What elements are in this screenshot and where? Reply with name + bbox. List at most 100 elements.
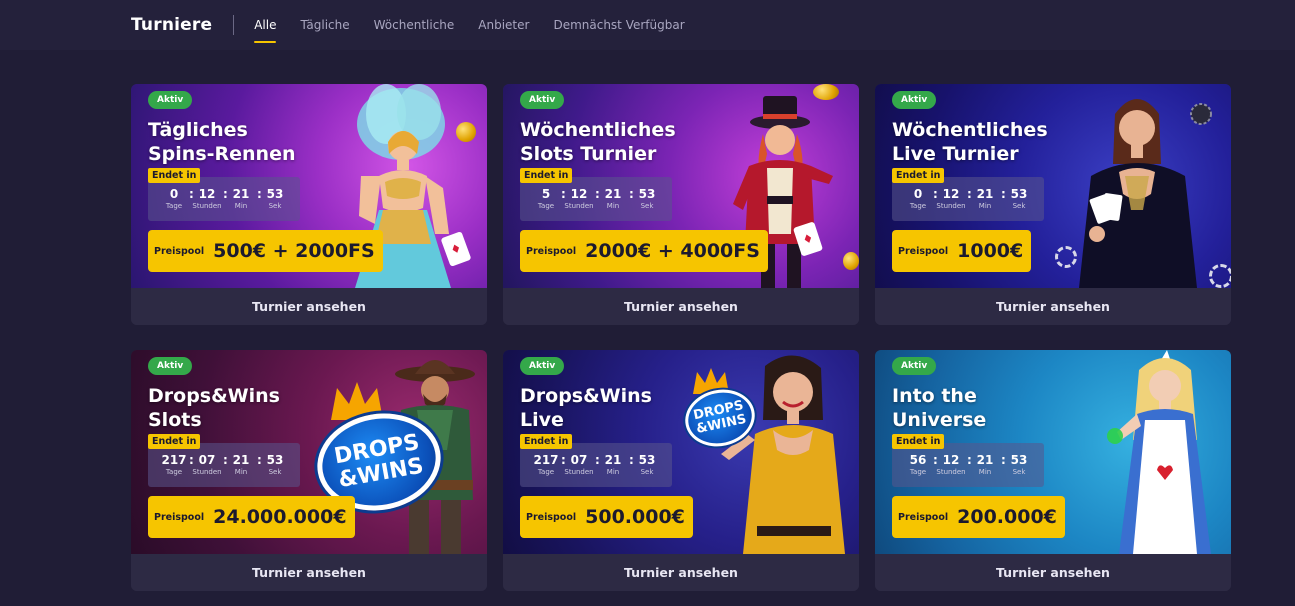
ends-in-label: Endet in	[892, 168, 945, 183]
timer-minutes: 21	[976, 187, 994, 201]
card-title: Wöchentliches Slots Turnier	[520, 118, 730, 166]
tab-providers[interactable]: Anbieter	[478, 0, 529, 50]
prize-pool-label: Preispool	[154, 245, 205, 257]
view-tournament-button[interactable]: Turnier ansehen	[131, 554, 487, 591]
timer-minutes-label: Min	[978, 202, 992, 210]
prize-pool: Preispool 500€ + 2000FS	[148, 230, 383, 272]
tab-weekly[interactable]: Wöchentliche	[374, 0, 455, 50]
ends-in-label: Endet in	[148, 168, 201, 183]
countdown-timer: 5 Tage : 12 Stunden : 21 Min : 53 Sek	[520, 177, 672, 221]
timer-hours-label: Stunden	[192, 468, 222, 476]
coin-icon	[843, 252, 859, 270]
tournament-nav: Turniere Alle Tägliche Wöchentliche Anbi…	[131, 0, 709, 50]
card-banner[interactable]: DROPS &WINS Aktiv Drops&Wins Live 217 Tag…	[503, 350, 859, 554]
timer-hours: 12	[942, 453, 960, 467]
card-title: Drops&Wins Live	[520, 384, 730, 432]
nav-divider	[233, 15, 235, 35]
tournament-card: ♦ Aktiv Wöchentliches Slots Turnier 5 Tag…	[503, 84, 859, 325]
timer-seconds-label: Sek	[1012, 202, 1026, 210]
timer-minutes: 21	[232, 453, 250, 467]
timer-seconds-label: Sek	[1012, 468, 1026, 476]
view-tournament-button[interactable]: Turnier ansehen	[875, 554, 1231, 591]
card-title: Wöchentliches Live Turnier	[892, 118, 1102, 166]
timer-minutes-label: Min	[606, 202, 620, 210]
timer-days-label: Tage	[165, 202, 183, 210]
status-badge: Aktiv	[520, 357, 565, 375]
prize-pool-amount: 500.000€	[585, 506, 685, 528]
poker-chip-icon	[1055, 246, 1077, 268]
prize-pool-amount: 200.000€	[957, 506, 1057, 528]
view-tournament-button[interactable]: Turnier ansehen	[503, 288, 859, 325]
card-title-line: Spins-Rennen	[148, 143, 296, 165]
card-title-line: Slots	[148, 409, 202, 431]
live-dealer-photo	[1079, 99, 1212, 288]
card-title-line: Into the	[892, 385, 977, 407]
ends-in-label: Endet in	[520, 168, 573, 183]
timer-hours-label: Stunden	[564, 468, 594, 476]
tab-coming-soon[interactable]: Demnächst Verfügbar	[553, 0, 684, 50]
tournament-card: Aktiv Wöchentliches Live Turnier 0 Tage :…	[875, 84, 1231, 325]
view-tournament-button[interactable]: Turnier ansehen	[875, 288, 1231, 325]
prize-pool-label: Preispool	[154, 511, 205, 523]
top-bar: Turniere Alle Tägliche Wöchentliche Anbi…	[0, 0, 1295, 50]
prize-pool-label: Preispool	[526, 245, 577, 257]
timer-days: 217	[161, 453, 187, 467]
view-tournament-button[interactable]: Turnier ansehen	[503, 554, 859, 591]
timer-hours-label: Stunden	[936, 468, 966, 476]
prize-pool-label: Preispool	[526, 511, 577, 523]
timer-minutes: 21	[604, 187, 622, 201]
status-badge: Aktiv	[148, 91, 193, 109]
countdown-timer: 217 Tage : 07 Stunden : 21 Min : 53 Sek	[148, 443, 300, 487]
timer-days: 0	[169, 187, 179, 201]
tab-daily[interactable]: Tägliche	[300, 0, 349, 50]
timer-hours-label: Stunden	[192, 202, 222, 210]
page-title: Turniere	[131, 15, 213, 35]
card-title-line: Tägliches	[148, 119, 248, 141]
timer-seconds-label: Sek	[268, 468, 282, 476]
card-banner[interactable]: ♦ Aktiv Wöchentliches Slots Turnier 5 Tag…	[503, 84, 859, 288]
card-banner[interactable]: Aktiv Into the Universe 56 Tage : 12 Stund…	[875, 350, 1231, 554]
timer-seconds: 53	[266, 187, 284, 201]
status-badge: Aktiv	[892, 357, 937, 375]
card-title: Into the Universe	[892, 384, 1102, 432]
prize-pool-amount: 500€ + 2000FS	[213, 240, 375, 262]
status-badge: Aktiv	[520, 91, 565, 109]
alice-illustration	[1107, 350, 1211, 554]
card-title-line: Live Turnier	[892, 143, 1019, 165]
timer-minutes-label: Min	[234, 468, 248, 476]
timer-minutes-label: Min	[234, 202, 248, 210]
ends-in-label: Endet in	[520, 434, 573, 449]
countdown-timer: 217 Tage : 07 Stunden : 21 Min : 53 Sek	[520, 443, 672, 487]
prize-pool: Preispool 1000€	[892, 230, 1032, 272]
card-banner[interactable]: Aktiv Wöchentliches Live Turnier 0 Tage :…	[875, 84, 1231, 288]
timer-days: 217	[533, 453, 559, 467]
ends-in-label: Endet in	[892, 434, 945, 449]
timer-seconds: 53	[1010, 187, 1028, 201]
timer-seconds: 53	[266, 453, 284, 467]
timer-seconds-label: Sek	[640, 468, 654, 476]
tab-all[interactable]: Alle	[254, 0, 277, 50]
timer-days-label: Tage	[537, 202, 555, 210]
card-title: Tägliches Spins-Rennen	[148, 118, 358, 166]
card-title-line: Drops&Wins	[520, 385, 652, 407]
timer-seconds-label: Sek	[268, 202, 282, 210]
card-title-line: Wöchentliches	[520, 119, 676, 141]
prize-pool-label: Preispool	[898, 245, 949, 257]
timer-seconds: 53	[1010, 453, 1028, 467]
countdown-timer: 0 Tage : 12 Stunden : 21 Min : 53 Sek	[892, 177, 1044, 221]
prize-pool: Preispool 200.000€	[892, 496, 1065, 538]
tournament-card: DROPS &WINS Aktiv Drops&Wins Slots 217 Ta…	[131, 350, 487, 591]
timer-minutes: 21	[604, 453, 622, 467]
timer-minutes-label: Min	[978, 468, 992, 476]
view-tournament-button[interactable]: Turnier ansehen	[131, 288, 487, 325]
prize-pool-label: Preispool	[898, 511, 949, 523]
timer-days: 56	[909, 453, 927, 467]
prize-pool-amount: 1000€	[957, 240, 1024, 262]
timer-seconds: 53	[638, 187, 656, 201]
timer-hours: 12	[942, 187, 960, 201]
timer-days-label: Tage	[165, 468, 183, 476]
card-banner[interactable]: DROPS &WINS Aktiv Drops&Wins Slots 217 Ta…	[131, 350, 487, 554]
card-banner[interactable]: ♦ Aktiv Tägliches Spins-Rennen 0 Tage : 1…	[131, 84, 487, 288]
tournament-card: Aktiv Into the Universe 56 Tage : 12 Stund…	[875, 350, 1231, 591]
coin-icon	[813, 84, 839, 100]
